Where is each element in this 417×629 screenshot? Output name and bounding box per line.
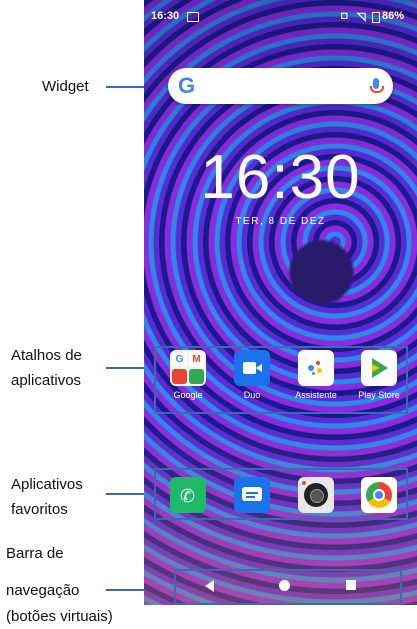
- clock-time[interactable]: 16:30: [144, 142, 417, 213]
- status-time: 16:30: [151, 10, 180, 22]
- annotation-widget: Widget: [42, 78, 89, 95]
- annotation-navbar-line1: Barra de: [6, 545, 64, 562]
- image-notification-icon: [187, 12, 199, 22]
- annotation-navbar-line2: navegação: [6, 582, 80, 599]
- annotation-favorites-line1: Aplicativos: [11, 476, 83, 493]
- annotation-navbar-line3: (botões virtuais): [6, 608, 113, 625]
- google-search-widget[interactable]: G: [168, 68, 393, 104]
- annotation-favorites-line2: favoritos: [11, 501, 68, 518]
- microphone-icon[interactable]: [370, 78, 384, 93]
- google-g-icon: G: [178, 73, 196, 98]
- annotation-shortcuts-line1: Atalhos de: [11, 347, 82, 364]
- shortcuts-highlight-frame: [154, 346, 408, 414]
- vibrate-icon: ◘: [341, 10, 348, 22]
- favorites-highlight-frame: [154, 468, 408, 520]
- battery-percent: 86%: [382, 10, 405, 22]
- status-bar: 16:30 ◘ ◹ 86%: [144, 10, 417, 26]
- wifi-icon: ◹: [357, 11, 366, 23]
- clock-date[interactable]: TER, 8 DE DEZ: [144, 216, 417, 227]
- annotation-shortcuts-line2: aplicativos: [11, 372, 82, 389]
- navbar-highlight-frame: [174, 569, 402, 605]
- battery-icon: [372, 12, 380, 23]
